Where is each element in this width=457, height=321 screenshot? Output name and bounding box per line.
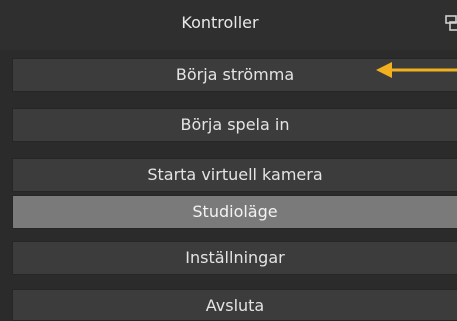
settings-button[interactable]: Inställningar [12,241,457,275]
undock-icon[interactable] [445,15,457,31]
dock-title: Kontroller [181,13,259,32]
arrow-left-icon [376,59,457,81]
start-recording-button[interactable]: Börja spela in [12,108,457,142]
controls-dock: Kontroller Börja strömma Börja spela in … [0,0,457,321]
studio-mode-button[interactable]: Studioläge [12,195,457,229]
start-virtual-camera-button[interactable]: Starta virtuell kamera [12,158,457,192]
dock-title-bar: Kontroller [0,0,457,50]
exit-button[interactable]: Avsluta [12,289,457,321]
